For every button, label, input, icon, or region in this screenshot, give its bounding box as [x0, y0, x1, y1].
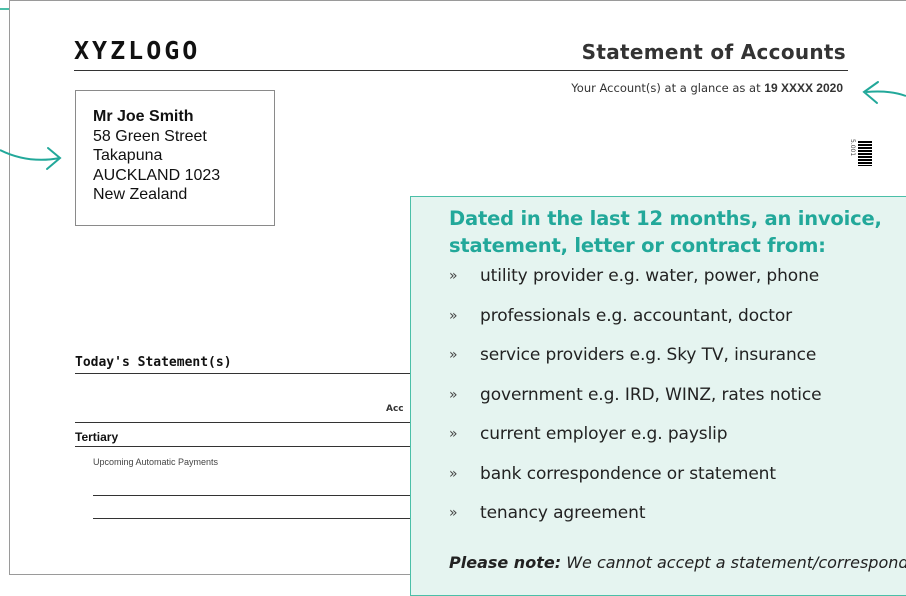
barcode: [858, 141, 872, 166]
bullet-icon: »: [449, 505, 458, 521]
list-item: » service providers e.g. Sky TV, insuranc…: [449, 345, 817, 365]
tertiary-divider: [75, 446, 410, 447]
header-divider: [74, 70, 848, 71]
address-line-4: New Zealand: [93, 186, 188, 203]
info-heading: Dated in the last 12 months, an invoice,…: [449, 205, 906, 259]
accepted-documents-list: » utility provider e.g. water, power, pho…: [449, 266, 906, 523]
address-box: Mr Joe Smith 58 Green Street Takapuna AU…: [75, 90, 275, 226]
please-note-label: Please note:: [449, 553, 562, 572]
list-item: » utility provider e.g. water, power, pho…: [449, 266, 820, 286]
info-heading-line-2: statement, letter or contract from:: [449, 234, 826, 257]
glance-line: Your Account(s) at a glance as at 19 XXX…: [571, 81, 843, 95]
glance-date: 19 XXXX 2020: [764, 81, 843, 95]
address-line-3: AUCKLAND 1023: [93, 166, 221, 184]
list-item: » professionals e.g. accountant, doctor: [449, 305, 793, 326]
todays-statement-heading: Today's Statement(s): [75, 355, 232, 370]
address-line-1: 58 Green Street: [93, 127, 207, 145]
bullet-icon: »: [449, 386, 458, 403]
bullet-icon: »: [449, 426, 458, 442]
bullet-icon: »: [449, 307, 458, 324]
bullet-icon: »: [449, 268, 458, 284]
payment-line-1: [93, 495, 410, 496]
please-note: Please note: We cannot accept a statemen…: [449, 553, 906, 572]
tertiary-label: Tertiary: [75, 430, 119, 444]
company-logo: XYZLOGO: [74, 36, 201, 65]
bullet-icon: »: [449, 465, 458, 482]
table-header-divider: [75, 422, 410, 423]
list-item: » tenancy agreement: [449, 503, 646, 523]
please-note-text: We cannot accept a statement/corresponde…: [566, 553, 906, 572]
upcoming-payments-label: Upcoming Automatic Payments: [93, 457, 219, 467]
statement-title: Statement of Accounts: [581, 40, 846, 64]
glance-prefix: Your Account(s) at a glance as at: [571, 81, 761, 95]
list-item: » bank correspondence or statement: [449, 463, 776, 484]
list-item: » government e.g. IRD, WINZ, rates notice: [449, 384, 822, 405]
info-heading-line-1: Dated in the last 12 months, an invoice,: [449, 207, 882, 230]
account-column-header: Acc: [386, 404, 404, 414]
bullet-icon: »: [449, 347, 458, 363]
info-callout: Dated in the last 12 months, an invoice,…: [410, 196, 906, 596]
list-item: » current employer e.g. payslip: [449, 424, 728, 444]
barcode-number: 5.001: [849, 139, 856, 157]
address-line-2: Takapuna: [93, 147, 163, 164]
statement-divider: [75, 373, 410, 374]
addressee-name: Mr Joe Smith: [93, 108, 194, 125]
payment-line-2: [93, 518, 410, 519]
